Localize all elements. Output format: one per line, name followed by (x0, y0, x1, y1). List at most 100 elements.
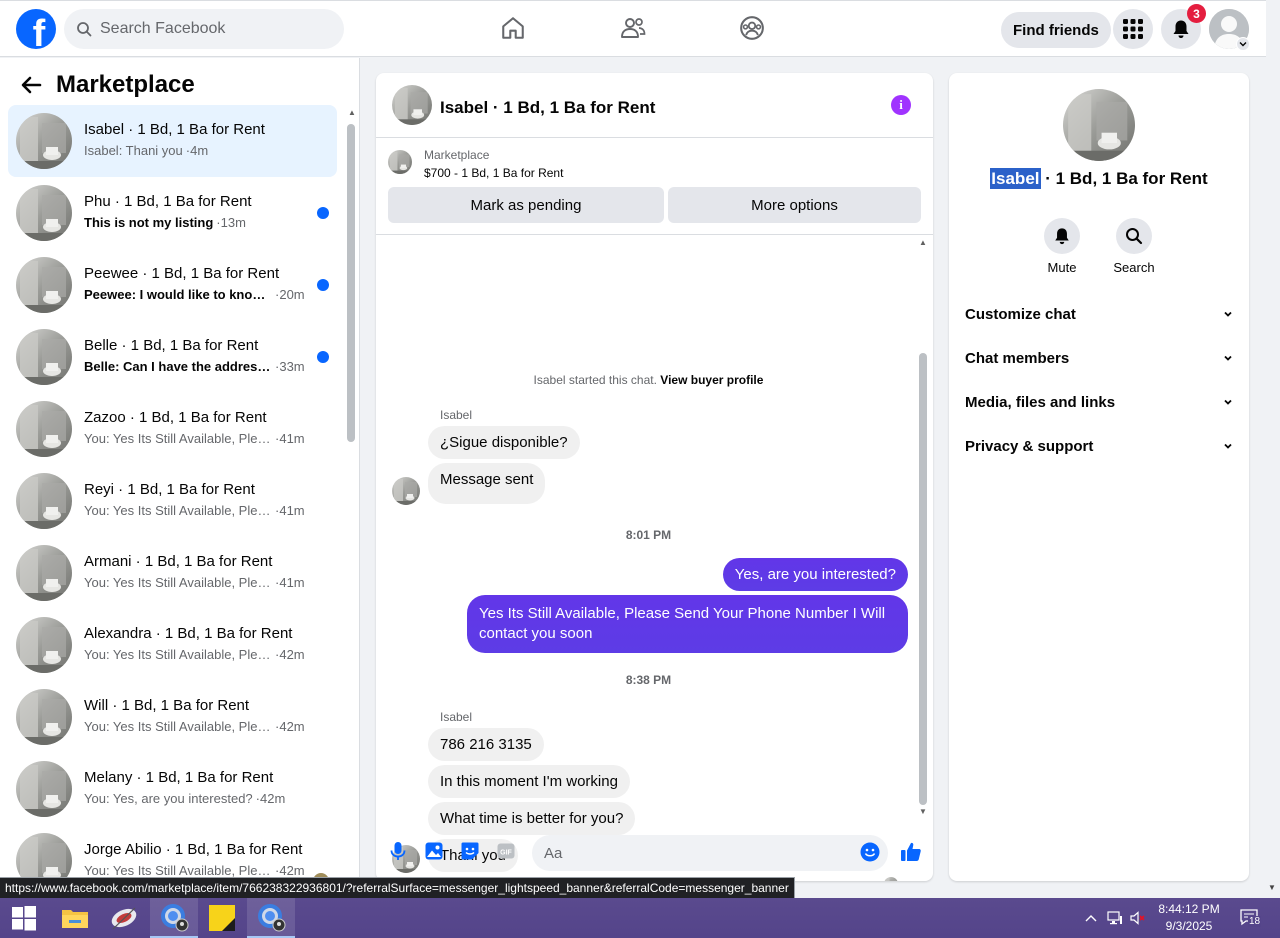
chrome-profile-icon (161, 904, 189, 932)
mark-as-pending-button[interactable]: Mark as pending (388, 187, 664, 223)
clock-date: 9/3/2025 (1165, 919, 1213, 933)
friends-icon[interactable] (620, 15, 646, 41)
scroll-down-arrow-icon[interactable]: ▼ (919, 807, 927, 816)
conversation-time: 42m (279, 863, 305, 878)
search-box[interactable] (64, 9, 344, 49)
search-label: Search (1113, 260, 1155, 275)
conversation-list-scrollbar[interactable] (347, 124, 355, 442)
listing-photo (16, 185, 72, 241)
action-center-count: 18 (1248, 916, 1262, 927)
scroll-up-arrow-icon[interactable]: ▲ (348, 108, 356, 117)
chrome-taskbar-button[interactable] (150, 898, 198, 938)
conversation-item[interactable]: Zazoo · 1 Bd, 1 Ba for Rent You: Yes Its … (8, 393, 337, 465)
conversation-item[interactable]: Alexandra · 1 Bd, 1 Ba for Rent You: Yes … (8, 609, 337, 681)
chat-details-panel: Isabel · 1 Bd, 1 Ba for Rent Mute Search… (949, 73, 1249, 881)
system-clock[interactable]: 8:44:12 PM 9/3/2025 (1154, 901, 1224, 935)
conversation-list-panel: Marketplace Isabel · 1 Bd, 1 Ba for Rent… (0, 58, 360, 898)
message-thread-scrollbar[interactable] (919, 353, 927, 805)
conversation-item[interactable]: Will · 1 Bd, 1 Ba for Rent You: Yes Its S… (8, 681, 337, 753)
sticker-icon[interactable] (460, 841, 480, 861)
incoming-message[interactable]: ¿Sigue disponible? (428, 426, 580, 459)
action-center-icon[interactable]: 18 (1238, 909, 1262, 927)
incoming-message[interactable]: In this moment I'm working (428, 765, 630, 798)
chat-members-section[interactable]: Chat members (965, 346, 1233, 370)
listing-photo (16, 257, 72, 313)
search-input[interactable] (100, 20, 320, 38)
gif-icon[interactable]: GIF (496, 841, 516, 861)
conversation-item[interactable]: Belle · 1 Bd, 1 Ba for Rent Belle: Can I … (8, 321, 337, 393)
account-chevron-icon[interactable] (1236, 37, 1250, 51)
view-buyer-profile-link[interactable]: View buyer profile (660, 373, 763, 387)
info-icon[interactable]: i (891, 95, 911, 115)
outgoing-message[interactable]: Yes Its Still Available, Please Send You… (467, 595, 908, 653)
message-input[interactable] (532, 835, 888, 871)
conversation-item[interactable]: Armani · 1 Bd, 1 Ba for Rent You: Yes Its… (8, 537, 337, 609)
details-title-rest: · 1 Bd, 1 Ba for Rent (1040, 169, 1208, 188)
listing-price[interactable]: $700 - 1 Bd, 1 Ba for Rent (424, 166, 563, 180)
emoji-icon[interactable] (860, 842, 880, 862)
sender-avatar[interactable] (392, 477, 420, 505)
mute-button[interactable]: Mute (1032, 218, 1092, 275)
notifications-button[interactable]: 3 (1161, 4, 1206, 49)
conversation-name: Isabel · 1 Bd, 1 Ba for Rent (84, 121, 265, 138)
tray-overflow-chevron-icon[interactable] (1083, 910, 1099, 926)
listing-label: Marketplace (424, 148, 490, 162)
folder-icon (62, 910, 88, 928)
timestamp: 8:38 PM (625, 673, 672, 687)
sticky-notes-taskbar-button[interactable] (198, 898, 246, 938)
conversation-name: Alexandra · 1 Bd, 1 Ba for Rent (84, 625, 293, 642)
home-icon[interactable] (500, 15, 526, 41)
network-icon[interactable] (1107, 910, 1123, 926)
chat-started-text: Isabel started this chat. (533, 373, 657, 387)
find-friends-button[interactable]: Find friends (1001, 12, 1111, 48)
conversation-item[interactable]: Peewee · 1 Bd, 1 Ba for Rent Peewee: I wo… (8, 249, 337, 321)
listing-photo (16, 473, 72, 529)
start-button[interactable] (0, 898, 48, 938)
file-explorer-taskbar-button[interactable] (51, 898, 99, 938)
conversation-thumbnail (16, 761, 72, 817)
listing-photo (16, 401, 72, 457)
conversation-snippet: You: Yes Its Still Available, Please ...… (84, 431, 305, 446)
timestamp: 8:01 PM (625, 528, 672, 542)
details-avatar[interactable] (1063, 89, 1135, 161)
like-thumb-icon[interactable] (900, 841, 922, 863)
conversation-item[interactable]: Phu · 1 Bd, 1 Ba for Rent This is not my … (8, 177, 337, 249)
incoming-message[interactable]: Message sent (428, 463, 546, 504)
conversation-item[interactable]: Reyi · 1 Bd, 1 Ba for Rent You: Yes Its S… (8, 465, 337, 537)
volume-muted-icon[interactable] (1130, 910, 1146, 926)
listing-thumbnail[interactable] (388, 150, 412, 174)
scroll-up-arrow-icon[interactable]: ▲ (919, 238, 927, 247)
chrome-taskbar-button-2[interactable] (247, 898, 295, 938)
privacy-support-section[interactable]: Privacy & support (965, 434, 1233, 458)
customize-chat-section[interactable]: Customize chat (965, 302, 1233, 326)
conversation-name: Reyi · 1 Bd, 1 Ba for Rent (84, 481, 255, 498)
snippet-text: You: Yes Its Still Available, Plea... (84, 863, 272, 878)
conversation-time: 41m (279, 503, 305, 518)
groups-icon[interactable] (739, 15, 765, 41)
incoming-message[interactable]: 786 216 3135 (428, 728, 544, 761)
conversation-name: Armani · 1 Bd, 1 Ba for Rent (84, 553, 273, 570)
app-taskbar-button[interactable] (100, 898, 148, 938)
outgoing-message[interactable]: Yes, are you interested? (722, 558, 908, 591)
photo-icon[interactable] (424, 841, 444, 861)
page-scroll-down-arrow-icon[interactable]: ▼ (1268, 883, 1276, 892)
menu-button[interactable] (1113, 9, 1153, 49)
search-icon (77, 22, 92, 37)
back-arrow-icon[interactable] (20, 74, 42, 96)
grid-menu-icon (1123, 19, 1143, 39)
chat-title[interactable]: Isabel · 1 Bd, 1 Ba for Rent (440, 98, 655, 118)
chevron-down-icon (1224, 311, 1232, 317)
listing-photo (16, 113, 72, 169)
search-in-chat-button[interactable]: Search (1104, 218, 1164, 275)
conversation-item[interactable]: Isabel · 1 Bd, 1 Ba for Rent Isabel: Than… (8, 105, 337, 177)
conversation-thumbnail (16, 401, 72, 457)
media-files-links-section[interactable]: Media, files and links (965, 390, 1233, 414)
conversation-item[interactable]: Melany · 1 Bd, 1 Ba for Rent You: Yes, ar… (8, 753, 337, 825)
facebook-logo-icon[interactable]: f (16, 9, 56, 49)
conversation-time: 42m (279, 719, 305, 734)
link-status-url: https://www.facebook.com/marketplace/ite… (0, 877, 795, 898)
chat-avatar[interactable] (392, 85, 432, 125)
microphone-icon[interactable] (388, 841, 408, 861)
conversation-time: 4m (190, 143, 209, 158)
more-options-button[interactable]: More options (668, 187, 921, 223)
